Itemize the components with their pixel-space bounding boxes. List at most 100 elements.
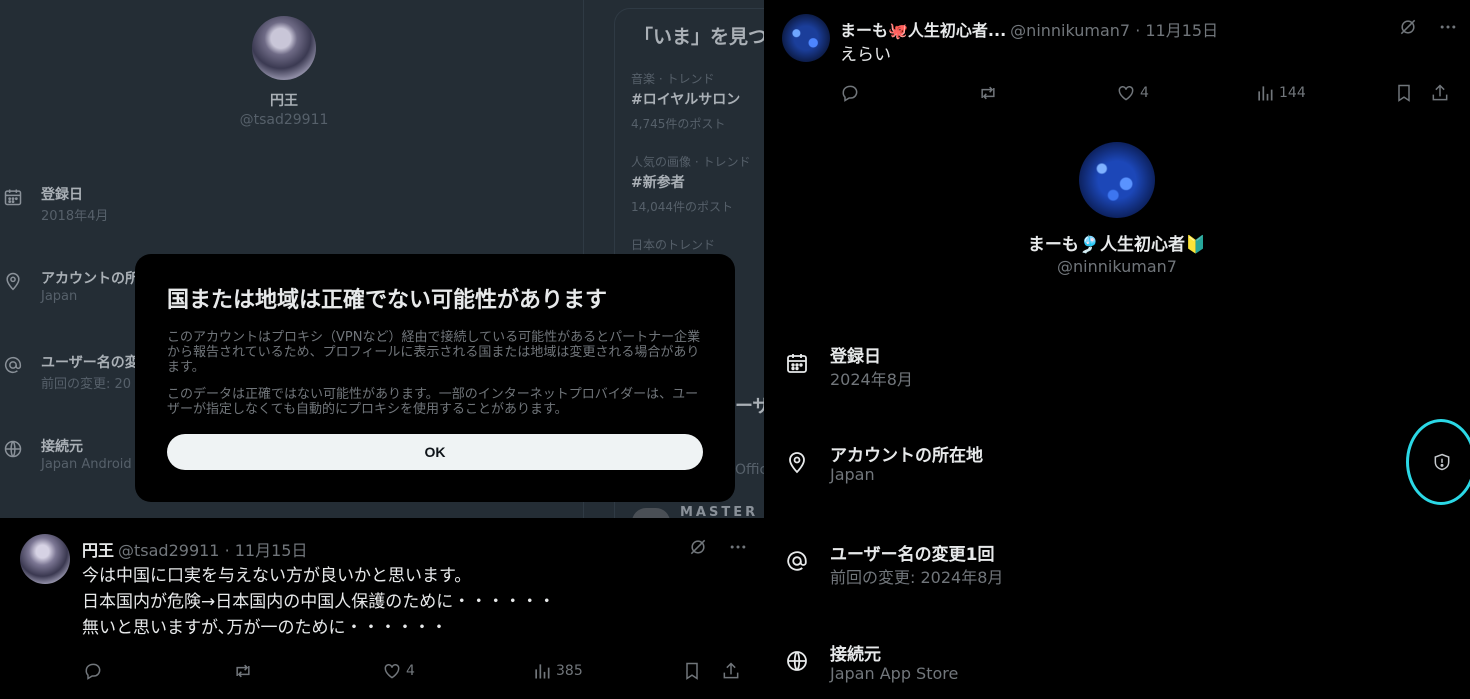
trend-count: 14,044件のポスト xyxy=(631,200,733,214)
tweet-line: 今は中国に口実を与えない方が良いかと思います。 xyxy=(82,566,472,586)
reply-icon xyxy=(840,83,860,103)
share-button[interactable] xyxy=(721,661,741,681)
avatar[interactable] xyxy=(782,14,830,62)
info-value: 2024年8月 xyxy=(830,370,913,389)
info-label: アカウントの所在地 xyxy=(830,446,983,466)
more-icon[interactable] xyxy=(728,537,748,557)
profile-handle: @ninnikuman7 xyxy=(1057,257,1177,276)
globe-icon xyxy=(2,438,24,460)
analytics-icon xyxy=(532,661,552,681)
tweet-meta[interactable]: @tsad29911 · 11月15日 xyxy=(118,541,307,560)
info-label: 登録日 xyxy=(41,187,83,203)
views-button[interactable]: 385 xyxy=(532,661,583,681)
sidebar-heading-fragment: ーザ xyxy=(735,396,764,417)
trend-item[interactable]: 日本のトレンド xyxy=(631,236,715,253)
dialog-title: 国または地域は正確でない可能性があります xyxy=(167,288,608,313)
ok-button[interactable]: OK xyxy=(167,434,703,470)
info-label: ユーザー名の変更1回 xyxy=(830,545,995,565)
tweet[interactable]: 円王 @tsad29911 · 11月15日 今は中国に口実を与えない方が良いかと… xyxy=(0,518,764,699)
profile-name: 円王 xyxy=(270,93,298,109)
retweet-icon xyxy=(977,83,999,103)
info-value: 2018年4月 xyxy=(41,209,109,224)
tweet-line: 日本国内が危険→日本国内の中国人保護のために・・・・・・ xyxy=(82,592,556,612)
heart-icon xyxy=(1116,83,1136,103)
calendar-icon xyxy=(784,350,810,376)
globe-icon xyxy=(784,648,810,674)
at-icon xyxy=(784,548,810,574)
info-label: 接続元 xyxy=(830,645,881,665)
trend-tag: #ロイヤルサロン xyxy=(631,92,741,108)
reply-icon xyxy=(83,661,103,681)
more-icon[interactable] xyxy=(1438,17,1458,37)
retweet-button[interactable] xyxy=(232,661,254,681)
share-button[interactable] xyxy=(1430,83,1450,103)
grok-icon[interactable] xyxy=(1398,17,1418,37)
share-icon xyxy=(1430,83,1450,103)
tweet-text: 今は中国に口実を与えない方が良いかと思います。 日本国内が危険→日本国内の中国人… xyxy=(82,563,555,641)
heart-icon xyxy=(382,661,402,681)
bookmark-icon xyxy=(682,661,702,681)
shield-alert-icon xyxy=(1432,452,1452,472)
analytics-icon xyxy=(1255,83,1275,103)
info-label: 登録日 xyxy=(830,347,881,367)
profile-handle: @tsad29911 xyxy=(239,112,329,128)
bookmark-button[interactable] xyxy=(682,661,702,681)
sidebar-text-fragment: Offic xyxy=(735,462,764,478)
bookmark-button[interactable] xyxy=(1394,83,1414,103)
info-value: 前回の変更: 2024年8月 xyxy=(830,568,1004,587)
reply-button[interactable] xyxy=(83,661,103,681)
tweet-top-icons xyxy=(688,537,748,557)
view-count: 144 xyxy=(1279,85,1306,101)
info-label: 接続元 xyxy=(41,439,83,455)
info-value: Japan xyxy=(41,289,78,304)
tweet-text: えらい xyxy=(840,45,891,65)
retweet-icon xyxy=(232,661,254,681)
like-button[interactable]: 4 xyxy=(1116,83,1149,103)
views-button[interactable]: 144 xyxy=(1255,83,1306,103)
like-count: 4 xyxy=(406,663,415,679)
share-icon xyxy=(721,661,741,681)
tweet-author-name[interactable]: 円王 xyxy=(82,541,114,560)
trends-title: 「いま」を見つ xyxy=(634,26,764,48)
trend-tag: #新参者 xyxy=(631,175,685,191)
info-value: Japan Android xyxy=(41,457,132,472)
view-count: 385 xyxy=(556,663,583,679)
reply-button[interactable] xyxy=(840,83,860,103)
info-value: 前回の変更: 20 xyxy=(41,377,132,392)
dialog-paragraph: このアカウントはプロキシ（VPNなど）経由で接続している可能性があるとパートナー… xyxy=(167,330,701,375)
avatar xyxy=(1079,142,1155,218)
trend-count: 4,745件のポスト xyxy=(631,117,726,131)
info-label: ユーザー名の変 xyxy=(41,355,139,371)
location-warning-button[interactable] xyxy=(1406,419,1470,505)
profile-name: まーも🎐人生初心者🔰 xyxy=(1027,235,1207,255)
tweet-top-icons xyxy=(1398,17,1458,37)
retweet-button[interactable] xyxy=(977,83,999,103)
info-label: アカウントの所 xyxy=(41,271,139,287)
trend-item[interactable]: 音楽 · トレンド #ロイヤルサロン 4,745件のポスト xyxy=(631,70,740,132)
location-icon xyxy=(2,270,24,292)
right-panel: まーも🐙人生初心者... @ninnikuman7 · 11月15日 えらい 4 … xyxy=(764,0,1470,699)
bookmark-icon xyxy=(1394,83,1414,103)
tweet-meta[interactable]: @ninnikuman7 · 11月15日 xyxy=(1010,21,1218,40)
tweet-header: 円王 @tsad29911 · 11月15日 xyxy=(82,537,307,561)
tweet-header: まーも🐙人生初心者... @ninnikuman7 · 11月15日 xyxy=(840,17,1218,41)
grok-icon[interactable] xyxy=(688,537,708,557)
calendar-icon xyxy=(2,186,24,208)
sidebar-master-fragment: MASTER xyxy=(680,505,759,518)
trend-item[interactable]: 人気の画像 · トレンド #新参者 14,044件のポスト xyxy=(631,153,750,215)
trend-category: 日本のトレンド xyxy=(631,238,716,252)
trend-category: 音楽 · トレンド xyxy=(631,72,715,86)
like-count: 4 xyxy=(1140,85,1149,101)
trend-category: 人気の画像 · トレンド xyxy=(631,155,751,169)
avatar[interactable] xyxy=(20,534,70,584)
location-warning-dialog: 国または地域は正確でない可能性があります このアカウントはプロキシ（VPNなど）… xyxy=(135,254,735,502)
dialog-paragraph: このデータは正確ではない可能性があります。一部のインターネットプロバイダーは、ユ… xyxy=(167,387,699,417)
location-icon xyxy=(784,449,810,475)
tweet-line: 無いと思いますが､万が一のために・・・・・・ xyxy=(82,618,448,638)
info-value: Japan App Store xyxy=(830,664,959,683)
avatar xyxy=(252,16,316,80)
at-icon xyxy=(2,354,24,376)
tweet-author-name[interactable]: まーも🐙人生初心者... xyxy=(840,21,1006,40)
info-value: Japan xyxy=(830,465,875,484)
like-button[interactable]: 4 xyxy=(382,661,415,681)
